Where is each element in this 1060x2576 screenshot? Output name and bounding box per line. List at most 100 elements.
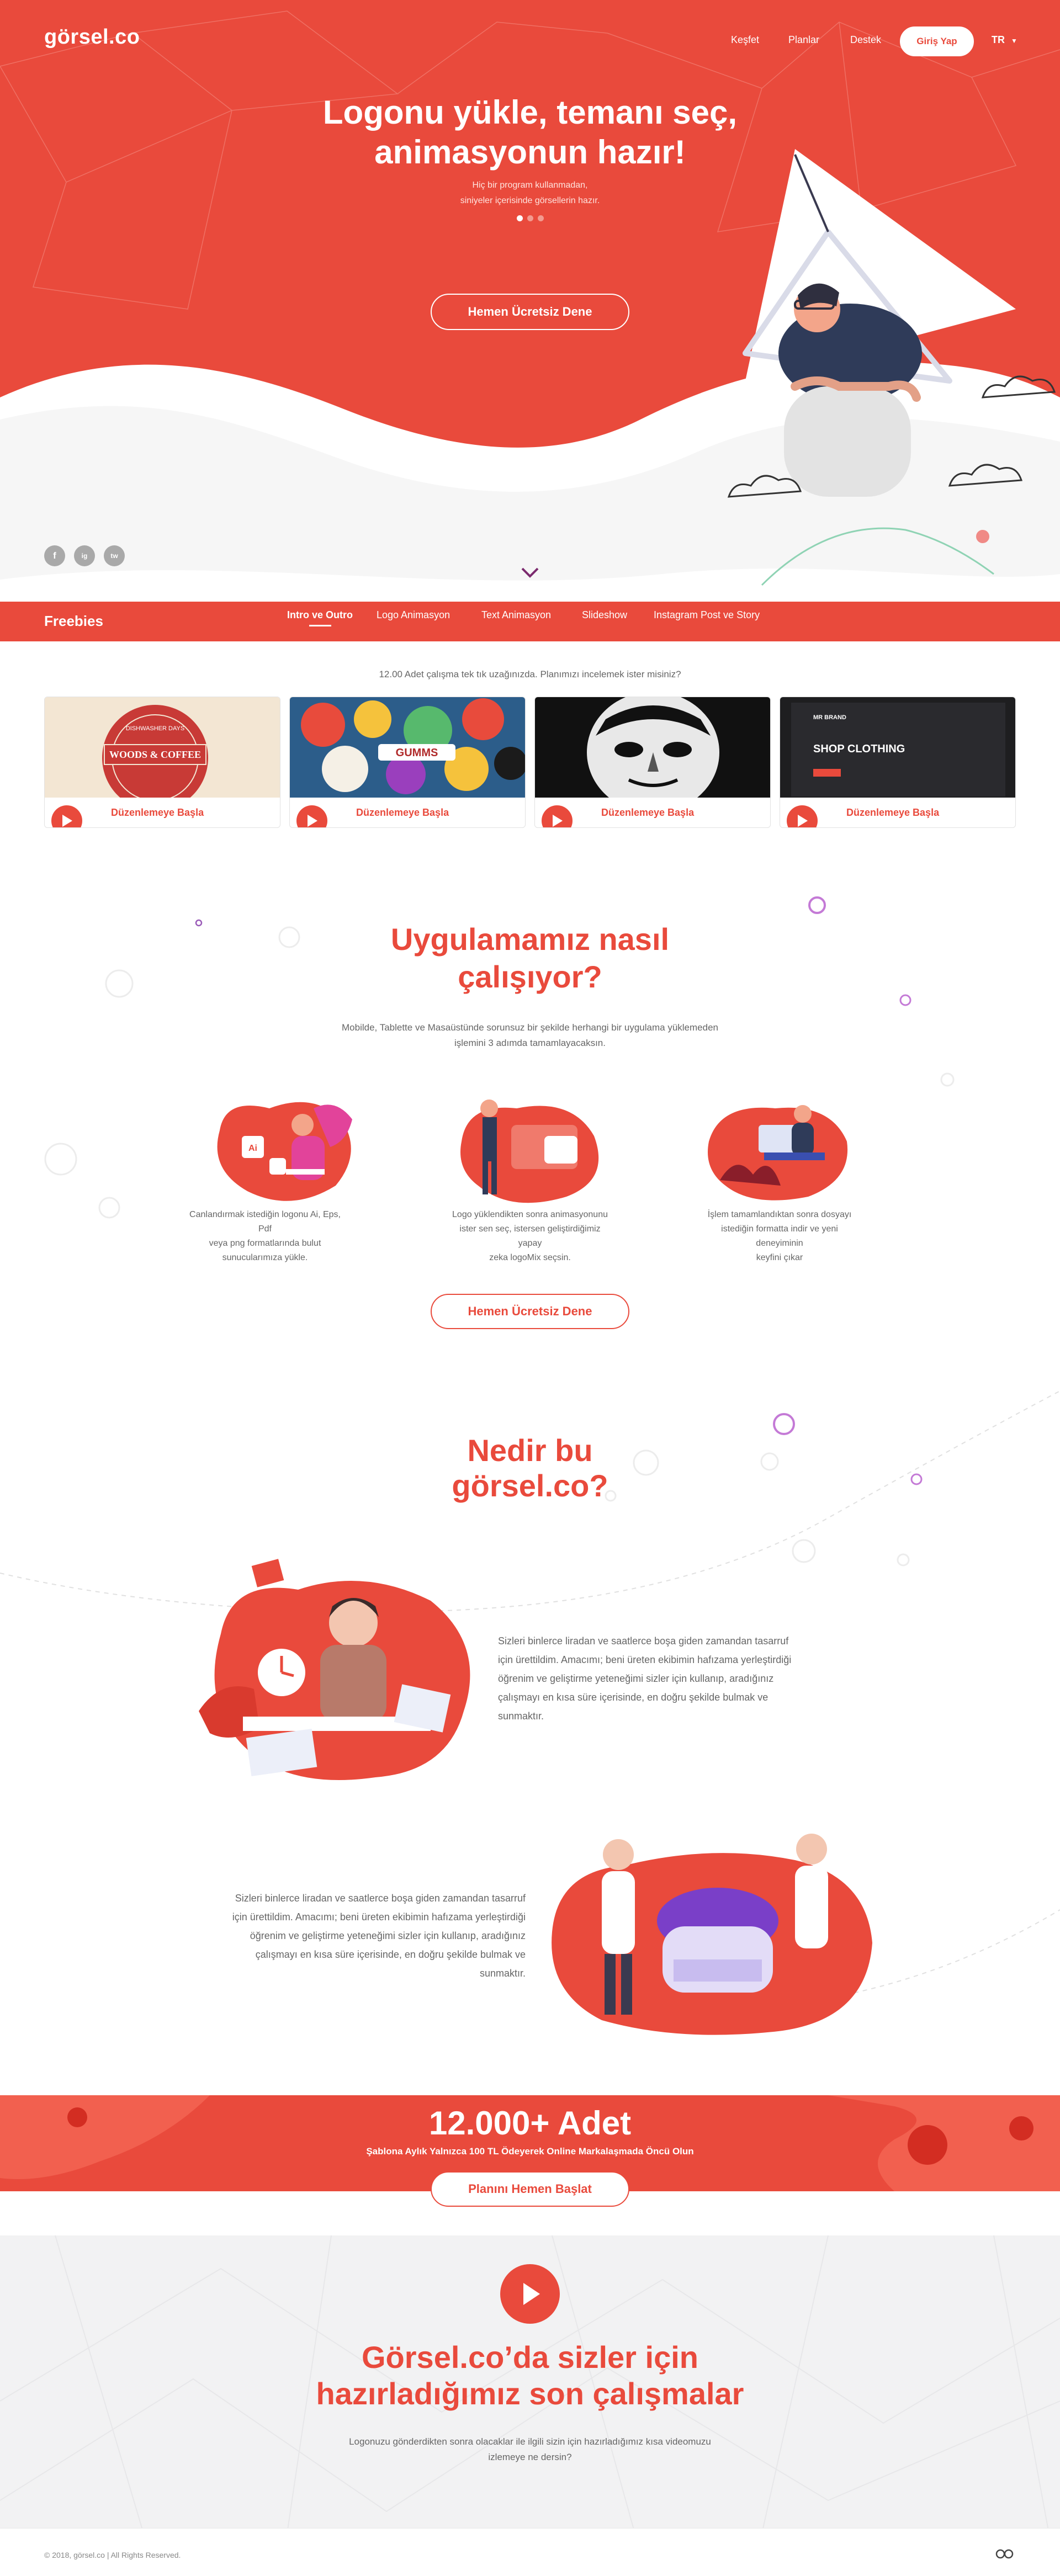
card-thumb-text: SHOP CLOTHING [813,743,905,755]
tab-slideshow[interactable]: Slideshow [582,609,627,621]
card-thumb-top: MR BRAND [813,714,846,721]
brand-logo[interactable]: görsel.co [44,25,140,49]
how-desc-line1: Mobilde, Tablette ve Masaüstünde sorunsu… [342,1022,718,1033]
play-icon [553,815,563,827]
paragraph-line: çalışmayı en kısa süre içerisinde, en do… [255,1949,526,1960]
card-thumb-text: GUMMS [396,747,438,759]
hero-title-line1: Logonu yükle, temanı seç, [322,94,738,131]
carousel-dot[interactable] [538,215,544,221]
how-title-line2: çalışıyor? [458,959,602,994]
svg-text:Ai: Ai [248,1144,257,1153]
step-text-line: keyfini çıkar [756,1253,803,1262]
card-thumb-text: WOODS & COFFEE [109,749,201,760]
facebook-icon[interactable]: f [44,545,65,566]
carousel-dot[interactable] [527,215,533,221]
copyright-text: © 2018, görsel.co | All Rights Reserved. [44,2551,181,2559]
what-illustration-office [199,1559,470,1780]
how-cta-button[interactable]: Hemen Ücretsiz Dene [431,1294,629,1329]
step-download-text: İşlem tamamlandıktan sonra dosyayı isted… [697,1208,862,1265]
chevron-down-icon[interactable] [519,564,541,581]
infinity-logo-icon[interactable] [994,2548,1016,2559]
hero-title-line2: animasyonun hazır! [374,134,686,171]
tab-text-animasyon[interactable]: Text Animasyon [481,609,551,621]
step-text-line: veya png formatlarında bulut [209,1239,321,1248]
how-title: Uygulamamız nasıl çalışıyor? [309,921,751,996]
template-card[interactable]: MR BRAND SHOP CLOTHING Düzenlemeye Başla [780,697,1016,828]
card-thumbnail: MR BRAND SHOP CLOTHING [780,697,1015,798]
step-download-illustration [708,1105,848,1201]
paragraph-line: için ürettildim. Amacımı; beni üreten ek… [498,1654,792,1665]
card-label[interactable]: Düzenlemeye Başla [601,807,694,819]
step-text-line: istediğin formatta indir ve yeni deneyim… [721,1224,838,1248]
freebies-title: Freebies [44,613,103,629]
works-title: Görsel.co’da sizler için hazırladığımız … [199,2339,861,2412]
step-text-line: İşlem tamamlandıktan sonra dosyayı [707,1210,852,1219]
paragraph-line: sunmaktır. [479,1968,526,1979]
paragraph-line: öğrenim ve geliştirme yeteneğimi sizler … [250,1930,526,1941]
tab-logo-animasyon[interactable]: Logo Animasyon [377,609,450,621]
step-text-line: ister sen seç, istersen geliştirdiğimiz … [459,1224,601,1248]
template-card[interactable]: Düzenlemeye Başla [534,697,771,828]
works-desc-line1: Logonuzu gönderdikten sonra olacaklar il… [349,2436,711,2447]
what-title-line2: görsel.co? [452,1468,608,1503]
footer: © 2018, görsel.co | All Rights Reserved. [0,2528,1060,2576]
hero-subtitle: Hiç bir program kullanmadan, siniyeler i… [364,178,696,209]
language-selector[interactable]: TR ▼ [992,34,1017,46]
freebies-bar: Freebies Intro ve Outro Logo Animasyon T… [0,602,1060,641]
hero-subtitle-line1: Hiç bir program kullanmadan, [472,180,588,190]
hero-cta-button[interactable]: Hemen Ücretsiz Dene [431,294,629,330]
works-desc-line2: izlemeye ne dersin? [488,2452,572,2462]
tab-instagram[interactable]: Instagram Post ve Story [654,609,760,621]
play-button[interactable] [542,805,573,827]
freebies-note: 12.00 Adet çalışma tek tık uzağınızda. P… [379,669,681,679]
card-label[interactable]: Düzenlemeye Başla [846,807,939,819]
play-button[interactable] [787,805,818,827]
works-title-line1: Görsel.co’da sizler için [361,2340,698,2375]
step-select-illustration [460,1100,599,1203]
card-thumb-top: DISHWASHER DAYS [126,725,184,732]
step-text-line: sunucularımıza yükle. [222,1253,308,1262]
card-label[interactable]: Düzenlemeye Başla [111,807,204,819]
step-upload-illustration: Ai [217,1102,352,1201]
language-label: TR [992,34,1005,45]
step-text-line: zeka logoMix seçsin. [489,1253,571,1262]
twitter-icon[interactable]: tw [104,545,125,566]
step-upload-text: Canlandırmak istediğin logonu Ai, Eps, P… [182,1208,348,1265]
how-desc-line2: işlemini 3 adımda tamamlayacaksın. [454,1038,606,1048]
works-title-line2: hazırladığımız son çalışmalar [316,2376,744,2411]
nav-planlar[interactable]: Planlar [788,34,819,46]
card-label[interactable]: Düzenlemeye Başla [356,807,449,819]
what-paragraph-1: Sizleri binlerce liradan ve saatlerce bo… [498,1632,884,1725]
play-icon [62,815,72,827]
play-button[interactable] [51,805,82,827]
start-plan-button[interactable]: Planını Hemen Başlat [431,2171,629,2207]
paragraph-line: Sizleri binlerce liradan ve saatlerce bo… [235,1893,526,1904]
carousel-dots [517,215,544,221]
what-illustration-lab [552,1834,872,2035]
login-button[interactable]: Giriş Yap [900,26,974,56]
step-select-text: Logo yüklendikten sonra animasyonunu ist… [447,1208,613,1265]
what-paragraph-2: Sizleri binlerce liradan ve saatlerce bo… [136,1889,526,1983]
carousel-dot[interactable] [517,215,523,221]
stats-subtitle: Şablona Aylık Yalnızca 100 TL Ödeyerek O… [366,2146,694,2157]
step-text-line: Logo yüklendikten sonra animasyonunu [452,1210,608,1219]
what-title-line1: Nedir bu [467,1433,593,1468]
card-thumbnail: GUMMS [290,697,525,798]
template-card[interactable]: WOODS & COFFEE DISHWASHER DAYS Düzenleme… [44,697,280,828]
play-icon [523,2283,540,2305]
card-thumbnail [535,697,770,798]
nav-destek[interactable]: Destek [850,34,881,46]
tab-intro-outro[interactable]: Intro ve Outro [287,609,353,621]
play-button[interactable] [296,805,327,827]
works-description: Logonuzu gönderdikten sonra olacaklar il… [254,2434,806,2465]
paragraph-line: sunmaktır. [498,1711,544,1722]
paragraph-line: Sizleri binlerce liradan ve saatlerce bo… [498,1635,789,1646]
instagram-icon[interactable]: ig [74,545,95,566]
nav-kesfet[interactable]: Keşfet [731,34,759,46]
play-icon [798,815,808,827]
paragraph-line: için ürettildim. Amacımı; beni üreten ek… [232,1911,526,1922]
how-title-line1: Uygulamamız nasıl [390,922,670,957]
hero-subtitle-line2: siniyeler içerisinde görsellerin hazır. [460,196,600,205]
video-play-button[interactable] [500,2264,560,2324]
template-card[interactable]: GUMMS Düzenlemeye Başla [289,697,526,828]
